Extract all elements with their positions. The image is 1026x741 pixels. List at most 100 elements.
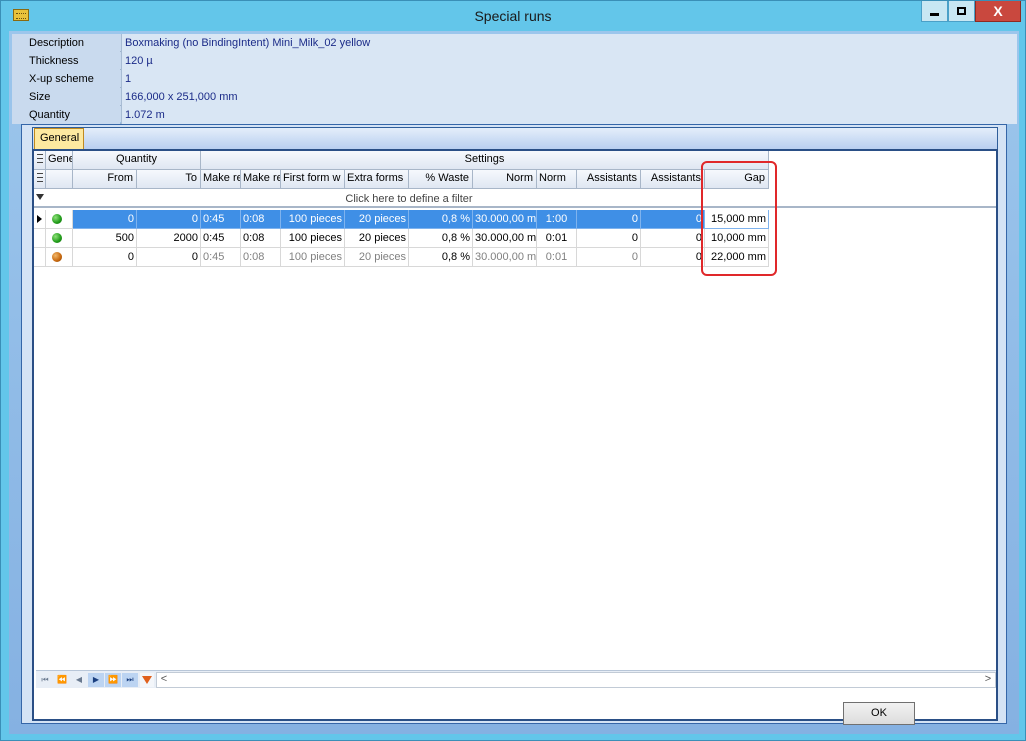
column-header-assistants-1[interactable]: Assistants [577,170,641,189]
status-green-icon [52,214,62,224]
band-header-general[interactable]: Gene [46,151,73,170]
band-header-settings[interactable]: Settings [201,151,769,170]
property-label: Quantity [12,106,120,124]
row-indicator[interactable] [34,248,46,267]
cell-assistants-2[interactable]: 0 [641,229,705,248]
cell-assistants-1[interactable]: 0 [577,248,641,267]
band-header-quantity[interactable]: Quantity [73,151,201,170]
column-header-norm-2[interactable]: Norm [537,170,577,189]
table-row[interactable]: 0 0 0:45 0:08 100 pieces 20 pieces 0,8 %… [34,210,996,229]
cell-from[interactable]: 500 [73,229,137,248]
window-title: Special runs [474,8,552,24]
cell-assistants-2[interactable]: 0 [641,210,705,229]
cell-from[interactable]: 0 [73,210,137,229]
column-header-waste[interactable]: % Waste [409,170,473,189]
cell-extra-forms[interactable]: 20 pieces [345,248,409,267]
property-value[interactable]: 1.072 m [121,106,1017,124]
cell-to[interactable]: 0 [137,248,201,267]
cell-norm-2[interactable]: 1:00 [537,210,577,229]
cell-from[interactable]: 0 [73,248,137,267]
cell-make-ready-2[interactable]: 0:08 [241,210,281,229]
column-header-first-form[interactable]: First form w [281,170,345,189]
filter-placeholder[interactable]: Click here to define a filter [44,193,774,205]
column-header-to[interactable]: To [137,170,201,189]
column-header-gap[interactable]: Gap [705,170,769,189]
cell-norm-2[interactable]: 0:01 [537,248,577,267]
column-chooser-button[interactable] [34,151,46,170]
title-bar[interactable]: Special runs X [1,1,1025,31]
property-value[interactable]: 120 µ [121,52,1017,70]
column-header-make-ready-1[interactable]: Make re [201,170,241,189]
cell-to[interactable]: 0 [137,210,201,229]
cell-make-ready-2[interactable]: 0:08 [241,248,281,267]
cell-make-ready-2[interactable]: 0:08 [241,229,281,248]
table-row[interactable]: 500 2000 0:45 0:08 100 pieces 20 pieces … [34,229,996,248]
property-label: Thickness [12,52,120,70]
cell-norm-2[interactable]: 0:01 [537,229,577,248]
next-record-button[interactable]: ▶ [88,673,104,687]
horizontal-scrollbar[interactable]: < > [156,672,996,688]
row-menu-button[interactable] [34,170,46,189]
cell-first-form[interactable]: 100 pieces [281,210,345,229]
cell-gap[interactable]: 10,000 mm [705,229,769,248]
filter-row[interactable]: Click here to define a filter [34,189,996,208]
cell-gap[interactable]: 22,000 mm [705,248,769,267]
maximize-icon [957,7,966,15]
cell-assistants-2[interactable]: 0 [641,248,705,267]
properties-panel: Description Boxmaking (no BindingIntent)… [12,34,1017,124]
maximize-button[interactable] [948,1,975,22]
cell-norm-1[interactable]: 30.000,00 m [473,210,537,229]
special-runs-grid: Gene Quantity Settings From To Make re M… [32,149,998,721]
property-row-description: Description Boxmaking (no BindingIntent)… [12,34,1017,52]
property-row-thickness: Thickness 120 µ [12,52,1017,70]
column-header-extra-forms[interactable]: Extra forms [345,170,409,189]
cell-first-form[interactable]: 100 pieces [281,248,345,267]
property-label: X-up scheme [12,70,120,88]
property-row-quantity: Quantity 1.072 m [12,106,1017,124]
cell-assistants-1[interactable]: 0 [577,229,641,248]
status-cell[interactable] [46,229,73,248]
cell-norm-1[interactable]: 30.000,00 m [473,248,537,267]
first-record-button[interactable]: ⏮ [37,673,53,687]
column-header-status[interactable] [46,170,73,189]
last-record-button[interactable]: ⏭ [122,673,138,687]
row-indicator[interactable] [34,229,46,248]
tab-general[interactable]: General [34,128,84,149]
cell-waste[interactable]: 0,8 % [409,229,473,248]
filter-funnel-icon[interactable] [140,673,154,687]
ok-button[interactable]: OK [843,702,915,725]
row-indicator[interactable] [34,210,46,229]
column-header-assistants-2[interactable]: Assistants [641,170,705,189]
previous-record-button[interactable]: ◀ [71,673,87,687]
column-header-make-ready-2[interactable]: Make re [241,170,281,189]
status-cell[interactable] [46,248,73,267]
dialog-client-area: Description Boxmaking (no BindingIntent)… [9,31,1019,734]
cell-make-ready-1[interactable]: 0:45 [201,229,241,248]
cell-first-form[interactable]: 100 pieces [281,229,345,248]
record-navigator: ⏮ ⏪ ◀ ▶ ⏩ ⏭ < > [36,670,996,688]
cell-waste[interactable]: 0,8 % [409,210,473,229]
cell-extra-forms[interactable]: 20 pieces [345,210,409,229]
column-header-from[interactable]: From [73,170,137,189]
cell-make-ready-1[interactable]: 0:45 [201,210,241,229]
property-value[interactable]: Boxmaking (no BindingIntent) Mini_Milk_0… [121,34,1017,52]
status-cell[interactable] [46,210,73,229]
property-value[interactable]: 1 [121,70,1017,88]
property-label: Description [12,34,120,52]
cell-make-ready-1[interactable]: 0:45 [201,248,241,267]
table-row[interactable]: 0 0 0:45 0:08 100 pieces 20 pieces 0,8 %… [34,248,996,267]
next-page-button[interactable]: ⏩ [105,673,121,687]
column-header-norm-1[interactable]: Norm [473,170,537,189]
cell-waste[interactable]: 0,8 % [409,248,473,267]
close-button[interactable]: X [975,1,1021,22]
scroll-left-button[interactable]: < [157,673,171,687]
property-value[interactable]: 166,000 x 251,000 mm [121,88,1017,106]
cell-extra-forms[interactable]: 20 pieces [345,229,409,248]
cell-assistants-1[interactable]: 0 [577,210,641,229]
previous-page-button[interactable]: ⏪ [54,673,70,687]
cell-norm-1[interactable]: 30.000,00 m [473,229,537,248]
scroll-right-button[interactable]: > [981,673,995,687]
minimize-button[interactable] [921,1,948,22]
cell-gap[interactable]: 15,000 mm [705,210,769,229]
cell-to[interactable]: 2000 [137,229,201,248]
